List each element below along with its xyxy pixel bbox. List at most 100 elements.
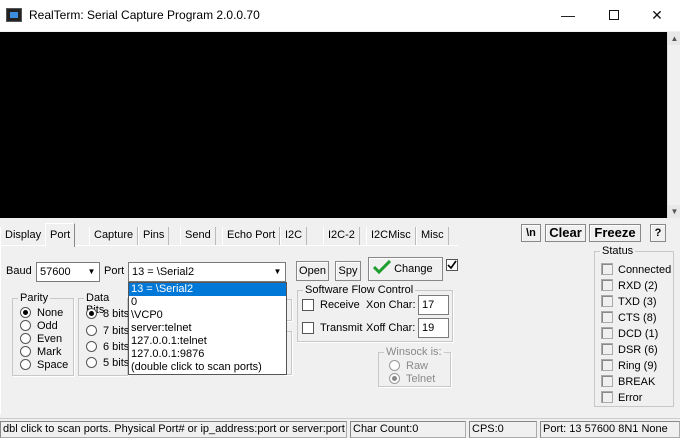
data-bits-7-label: 7 bits — [103, 325, 130, 337]
close-button[interactable]: ✕ — [634, 0, 680, 31]
parity-none-radio[interactable]: None — [20, 307, 63, 320]
status-label: CTS (8) — [618, 312, 657, 324]
app-icon — [6, 8, 22, 22]
change-checkbox[interactable] — [446, 259, 458, 271]
maximize-button[interactable] — [591, 0, 637, 31]
baud-combo[interactable]: 57600 ▼ — [36, 262, 100, 282]
baud-label: Baud — [6, 265, 32, 277]
data-bits-8-label: 8 bits — [103, 308, 130, 320]
winsock-title: Winsock is: — [384, 346, 444, 358]
data-bits-5-label: 5 bits — [103, 357, 130, 369]
check-icon — [447, 260, 457, 270]
status-label: Ring (9) — [618, 360, 658, 372]
led-icon — [601, 327, 613, 339]
close-icon: ✕ — [651, 7, 663, 23]
open-button[interactable]: Open — [296, 261, 329, 281]
statusbar-port-summary: Port: 13 57600 8N1 None — [540, 421, 680, 438]
spy-button[interactable]: Spy — [335, 261, 361, 281]
status-label: BREAK — [618, 376, 656, 388]
open-button-label: Open — [299, 265, 326, 277]
tab-misc[interactable]: Misc — [416, 227, 449, 245]
port-option[interactable]: 127.0.0.1:telnet — [129, 335, 286, 348]
status-bar: dbl click to scan ports. Physical Port# … — [0, 418, 680, 438]
radio-selected-icon — [20, 307, 31, 318]
tab-i2c[interactable]: I2C — [280, 227, 308, 245]
data-bits-6-label: 6 bits — [103, 341, 130, 353]
chevron-down-icon[interactable]: ▼ — [84, 263, 99, 281]
status-label: DCD (1) — [618, 328, 659, 340]
receive-label: Receive — [320, 299, 360, 311]
radio-icon — [86, 325, 97, 336]
status-label: RXD (2) — [618, 280, 658, 292]
xon-char-label: Xon Char: — [366, 299, 416, 311]
tab-i2c-2[interactable]: I2C-2 — [323, 227, 360, 245]
winsock-raw-radio[interactable]: Raw — [389, 360, 428, 373]
parity-even-label: Even — [37, 333, 63, 345]
port-option[interactable]: (double click to scan ports) — [129, 361, 286, 374]
status-label: Connected — [618, 264, 672, 276]
parity-space-radio[interactable]: Space — [20, 359, 68, 372]
radio-icon — [86, 357, 97, 368]
status-connected: Connected — [601, 263, 671, 277]
winsock-telnet-label: Telnet — [406, 373, 436, 385]
radio-icon — [20, 346, 31, 357]
led-icon — [601, 359, 613, 371]
parity-odd-radio[interactable]: Odd — [20, 320, 58, 333]
port-option[interactable]: \VCP0 — [129, 309, 286, 322]
freeze-button[interactable]: Freeze — [589, 224, 641, 242]
winsock-telnet-radio[interactable]: Telnet — [389, 373, 435, 386]
port-value: 13 = \Serial2 — [132, 266, 195, 278]
port-label: Port — [104, 265, 125, 277]
port-option[interactable]: server:telnet — [129, 322, 286, 335]
port-dropdown-list[interactable]: 13 = \Serial2 0 \VCP0 server:telnet 127.… — [128, 282, 287, 375]
change-button-label: Change — [394, 263, 433, 275]
status-cts: CTS (8) — [601, 311, 657, 325]
scroll-down-arrow-icon[interactable]: ▼ — [668, 205, 680, 218]
tab-capture[interactable]: Capture — [89, 227, 139, 245]
winsock-raw-label: Raw — [406, 360, 429, 372]
minimize-button[interactable]: — — [545, 0, 591, 31]
spy-button-label: Spy — [338, 265, 358, 277]
tab-i2cmisc[interactable]: I2CMisc — [366, 227, 416, 245]
status-title: Status — [600, 245, 636, 257]
clear-button[interactable]: Clear — [545, 224, 586, 242]
parity-mark-radio[interactable]: Mark — [20, 346, 61, 359]
terminal-display[interactable] — [0, 32, 667, 218]
port-option[interactable]: 13 = \Serial2 — [129, 283, 286, 296]
tab-send[interactable]: Send — [180, 227, 216, 245]
tab-pins[interactable]: Pins — [138, 227, 170, 245]
xoff-char-input[interactable]: 19 — [418, 318, 449, 338]
data-bits-5-radio[interactable]: 5 bits — [86, 357, 129, 370]
radio-icon — [389, 360, 400, 371]
terminal-scrollbar[interactable]: ▲ ▼ — [667, 32, 680, 218]
statusbar-hint: dbl click to scan ports. Physical Port# … — [0, 421, 347, 438]
receive-checkbox[interactable] — [302, 299, 314, 311]
software-flow-title: Software Flow Control — [303, 284, 416, 296]
chevron-down-icon[interactable]: ▼ — [270, 263, 285, 281]
led-icon — [601, 375, 613, 387]
port-option[interactable]: 0 — [129, 296, 286, 309]
tab-port[interactable]: Port — [45, 223, 76, 247]
radio-icon — [86, 341, 97, 352]
parity-even-radio[interactable]: Even — [20, 333, 62, 346]
checkmark-icon — [372, 259, 392, 275]
led-icon — [601, 279, 613, 291]
data-bits-8-radio[interactable]: 8 bits — [86, 308, 129, 321]
parity-odd-label: Odd — [37, 320, 58, 332]
data-bits-6-radio[interactable]: 6 bits — [86, 341, 129, 354]
tab-display[interactable]: Display — [0, 227, 47, 245]
maximize-icon — [609, 10, 619, 20]
port-combo[interactable]: 13 = \Serial2 ▼ — [128, 262, 286, 282]
window-title: RealTerm: Serial Capture Program 2.0.0.7… — [29, 8, 260, 22]
newline-button[interactable]: \n — [521, 224, 541, 242]
scroll-up-arrow-icon[interactable]: ▲ — [668, 32, 680, 45]
help-button[interactable]: ? — [650, 224, 666, 242]
port-option[interactable]: 127.0.0.1:9876 — [129, 348, 286, 361]
change-button[interactable]: Change — [368, 257, 443, 281]
transmit-checkbox[interactable] — [302, 322, 314, 334]
xon-char-input[interactable]: 17 — [418, 295, 449, 315]
tab-echo-port[interactable]: Echo Port — [222, 227, 281, 245]
data-bits-7-radio[interactable]: 7 bits — [86, 325, 129, 338]
parity-space-label: Space — [37, 359, 69, 371]
radio-icon — [20, 333, 31, 344]
